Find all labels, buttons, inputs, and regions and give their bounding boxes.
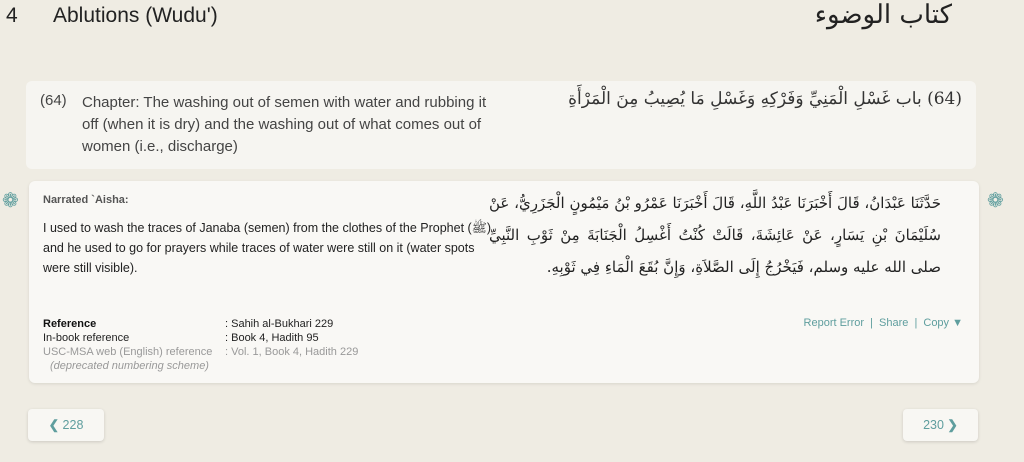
next-page-label: 230 (923, 418, 944, 432)
chapter-number: (64) (40, 92, 67, 109)
book-arabic-title: كتاب الوضوء (814, 0, 952, 30)
chapter-arabic-title: (64) باب غَسْلِ الْمَنِيِّ وَفَرْكِهِ وَ… (568, 89, 962, 109)
book-title: Ablutions (Wudu') (53, 4, 218, 27)
chapter-english-title: Chapter: The washing out of semen with w… (82, 94, 487, 155)
hadith-actions: Report Error | Share | Copy ▼ (804, 317, 963, 329)
usc-msa-reference-value: : Vol. 1, Book 4, Hadith 229 (225, 346, 359, 358)
in-book-reference-row: In-book reference : Book 4, Hadith 95 (43, 331, 319, 345)
usc-msa-reference-row: USC-MSA web (English) reference : Vol. 1… (43, 345, 358, 359)
reference-table: Reference : Sahih al-Bukhari 229 In-book… (43, 317, 358, 373)
in-book-reference-label: In-book reference (43, 332, 130, 344)
previous-page-label: 228 (62, 418, 84, 432)
hadith-english-text: I used to wash the traces of Janaba (sem… (43, 221, 491, 275)
share-link[interactable]: Share (879, 317, 908, 329)
reference-label: Reference (43, 318, 97, 330)
report-error-link[interactable]: Report Error (804, 317, 865, 329)
hadith-narrator: Narrated `Aisha: (43, 194, 129, 206)
separator: | (914, 317, 918, 329)
chevron-right-icon: ❯ (947, 418, 958, 432)
flower-ornament-icon: ❁ (987, 190, 1004, 212)
book-header: 4 Ablutions (Wudu') كتاب الوضوء (0, 0, 1024, 40)
hadith-card: Narrated `Aisha: I used to wash the trac… (29, 181, 979, 383)
flower-ornament-icon: ❁ (2, 190, 19, 212)
next-page-button[interactable]: 230 ❯ (903, 409, 978, 441)
hadith-arabic-text: حَدَّثَنَا عَبْدَانُ، قَالَ أَخْبَرَنَا … (489, 194, 941, 276)
book-number: 4 (6, 4, 18, 27)
reference-row: Reference : Sahih al-Bukhari 229 (43, 317, 333, 331)
usc-msa-reference-label: USC-MSA web (English) reference (43, 346, 213, 358)
chevron-left-icon: ❮ (48, 418, 60, 432)
in-book-reference-value: : Book 4, Hadith 95 (225, 332, 319, 344)
chapter-card: (64) Chapter: The washing out of semen w… (26, 81, 976, 169)
deprecated-note: (deprecated numbering scheme) (50, 360, 209, 372)
reference-value: : Sahih al-Bukhari 229 (225, 318, 334, 330)
previous-page-button[interactable]: ❮ 228 (28, 409, 104, 441)
separator: | (870, 317, 873, 329)
copy-dropdown[interactable]: Copy ▼ (923, 317, 963, 329)
